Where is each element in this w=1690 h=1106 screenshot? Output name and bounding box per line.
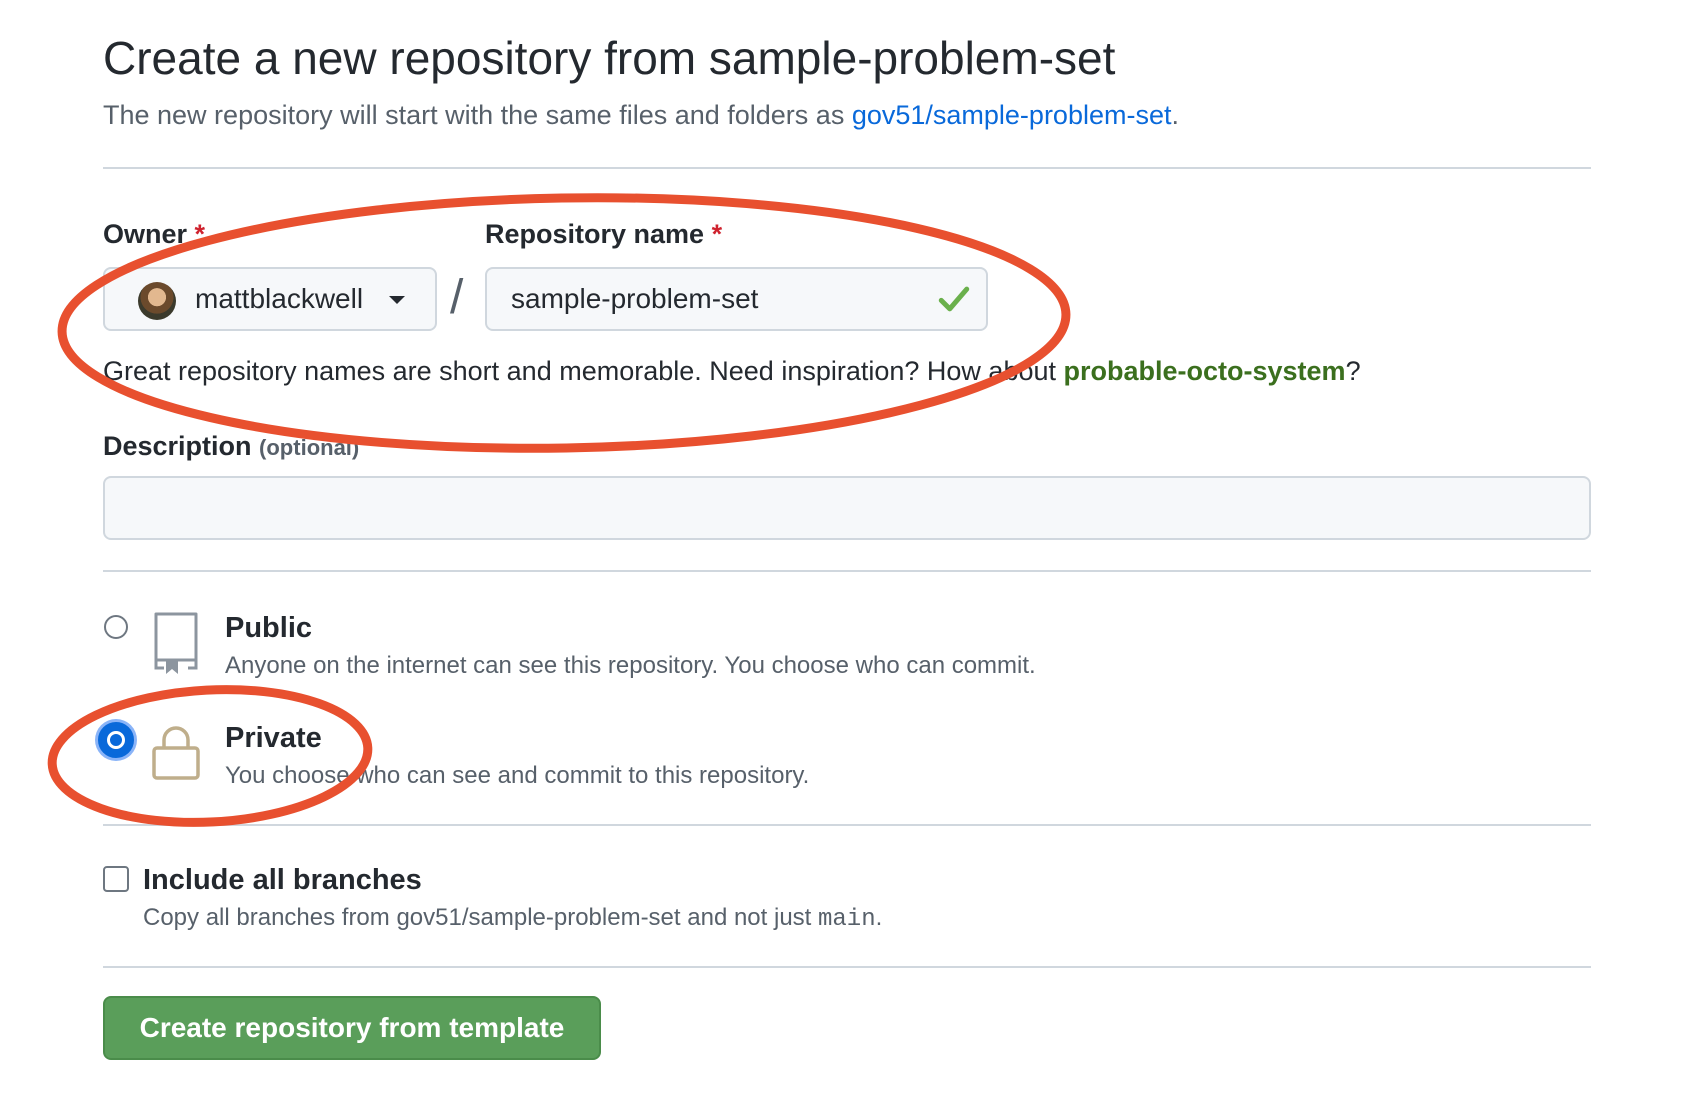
required-mark: * (194, 219, 206, 249)
include-branches-description: Copy all branches from gov51/sample-prob… (143, 902, 882, 936)
subtitle-suffix: . (1171, 100, 1179, 130)
divider (103, 570, 1591, 572)
branches-description-suffix: . (875, 904, 883, 931)
template-repo-link[interactable]: gov51/sample-problem-set (852, 100, 1172, 130)
description-label-text: Description (103, 431, 252, 461)
repo-icon (154, 612, 198, 674)
description-input[interactable] (103, 476, 1591, 540)
public-title: Public (225, 612, 313, 644)
create-repository-button[interactable]: Create repository from template (103, 996, 601, 1060)
repo-name-input[interactable] (485, 267, 988, 331)
repo-name-hint: Great repository names are short and mem… (103, 353, 1361, 389)
private-radio[interactable] (98, 722, 134, 758)
avatar (138, 282, 176, 320)
annotation-ellipse-private (47, 685, 373, 827)
optional-tag: (optional) (259, 435, 360, 460)
chevron-down-icon (389, 296, 405, 304)
include-branches-label: Include all branches (143, 864, 422, 896)
page-subtitle: The new repository will start with the s… (103, 97, 1179, 133)
owner-value: mattblackwell (195, 283, 364, 314)
suggested-name-link[interactable]: probable-octo-system (1064, 356, 1346, 386)
include-branches-checkbox[interactable] (103, 866, 129, 892)
owner-repo-separator: / (450, 271, 464, 324)
divider (103, 824, 1591, 826)
description-label: Description (optional) (103, 428, 359, 466)
owner-label-text: Owner (103, 219, 188, 249)
owner-dropdown[interactable]: mattblackwell (103, 267, 437, 331)
required-mark: * (711, 219, 723, 249)
public-radio[interactable] (104, 615, 128, 639)
divider (103, 167, 1591, 169)
private-description: You choose who can see and commit to thi… (225, 762, 810, 789)
repo-name-label-text: Repository name (485, 219, 705, 249)
owner-label: Owner * (103, 216, 205, 252)
hint-suffix: ? (1345, 356, 1361, 386)
lock-icon (152, 726, 200, 780)
repo-name-label: Repository name * (485, 216, 722, 252)
private-title: Private (225, 722, 322, 754)
hint-text: Great repository names are short and mem… (103, 356, 1064, 386)
annotation-overlay (47, 193, 1071, 827)
branch-code: main (818, 906, 876, 933)
public-description: Anyone on the internet can see this repo… (225, 652, 1036, 679)
branches-description-text: Copy all branches from gov51/sample-prob… (143, 904, 818, 931)
divider (103, 966, 1591, 968)
subtitle-text: The new repository will start with the s… (103, 100, 852, 130)
check-icon (938, 286, 970, 312)
page-title: Create a new repository from sample-prob… (103, 32, 1116, 84)
